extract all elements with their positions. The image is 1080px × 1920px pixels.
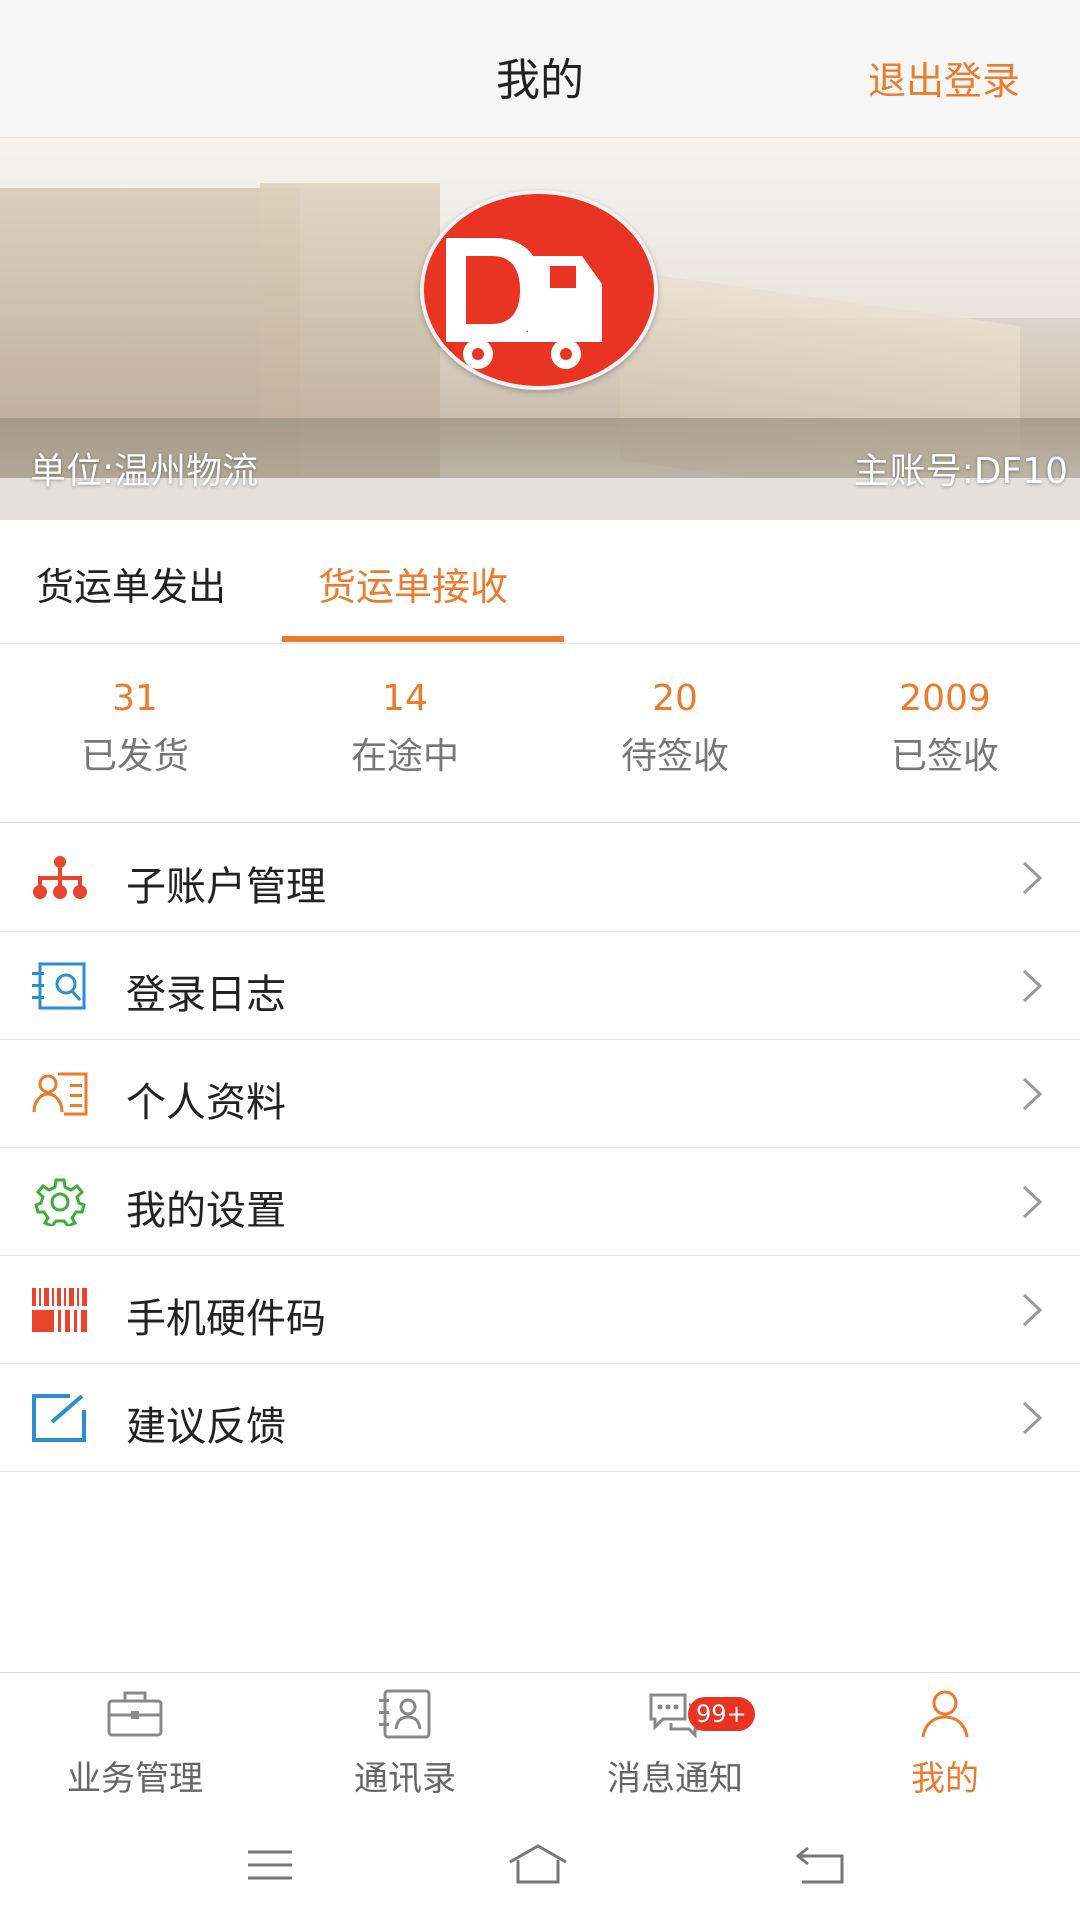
avatar[interactable] [420,190,658,390]
gear-icon [34,1178,86,1226]
tab-waybill-sent[interactable]: 货运单发出 [36,556,226,611]
system-navigation-bar [0,1810,1080,1920]
nav-label: 业务管理 [67,1759,203,1799]
nav-label: 通讯录 [354,1759,456,1799]
chevron-right-icon [1022,1185,1043,1219]
stat-value: 14 [382,678,428,719]
nav-business-management[interactable]: 业务管理 [0,1687,270,1800]
chevron-right-icon [1022,969,1043,1003]
menu-item-label: 子账户管理 [126,864,326,910]
menu-item-profile[interactable]: 个人资料 [0,1040,1080,1148]
menu-item-label: 个人资料 [126,1080,286,1126]
main-account-label: 主账号:DF10 [853,451,1068,492]
home-icon[interactable] [506,1842,570,1888]
active-tab-indicator [282,636,564,642]
menu-item-label: 建议反馈 [126,1404,286,1450]
chevron-right-icon [1022,1077,1043,1111]
waybill-tabs: 货运单发出 货运单接收 [0,520,1080,644]
menu-item-sub-accounts[interactable]: 子账户管理 [0,824,1080,932]
stats-row: 31 已发货 14 在途中 20 待签收 2009 已签收 [0,645,1080,823]
nav-messages[interactable]: 99+ 消息通知 [540,1687,810,1800]
unit-label: 单位:温州物流 [30,451,259,492]
nav-contacts[interactable]: 通讯录 [270,1687,540,1800]
menu-item-device-code[interactable]: 手机硬件码 [0,1256,1080,1364]
stat-value: 20 [652,678,698,719]
logout-button[interactable]: 退出登录 [868,50,1020,105]
tab-waybill-received[interactable]: 货运单接收 [318,556,508,611]
contacts-icon [379,1689,431,1739]
barcode-icon [32,1288,87,1332]
stat-in-transit[interactable]: 14 在途中 [270,675,540,779]
menu-item-label: 手机硬件码 [126,1296,326,1342]
top-bar: 我的 退出登录 [0,0,1080,138]
profile-card-icon [32,1072,88,1116]
profile-banner: 单位:温州物流 主账号:DF10 [0,138,1080,520]
stat-value: 2009 [899,678,991,719]
back-icon[interactable] [790,1842,854,1888]
stat-pending-sign[interactable]: 20 待签收 [540,675,810,779]
chevron-right-icon [1022,861,1043,895]
nav-mine[interactable]: 我的 [810,1687,1080,1800]
stat-shipped[interactable]: 31 已发货 [0,675,270,779]
menu-icon[interactable] [238,1842,302,1888]
stat-value: 31 [112,678,158,719]
chevron-right-icon [1022,1401,1043,1435]
stat-label: 已签收 [890,736,999,777]
chevron-right-icon [1022,1293,1043,1327]
screen: 我的 退出登录 单位:温州物流 主账号:DF10 货运单发出 货运单接收 31 … [0,0,1080,1920]
nav-label: 我的 [911,1759,979,1799]
menu-item-label: 我的设置 [126,1188,286,1234]
user-icon [921,1690,969,1738]
menu-item-feedback[interactable]: 建议反馈 [0,1364,1080,1472]
stat-label: 待签收 [620,736,729,777]
menu-item-login-log[interactable]: 登录日志 [0,932,1080,1040]
stat-signed[interactable]: 2009 已签收 [810,675,1080,779]
stat-label: 在途中 [350,736,459,777]
menu-item-settings[interactable]: 我的设置 [0,1148,1080,1256]
unread-badge: 99+ [688,1697,755,1731]
settings-menu: 子账户管理 登录日志 个人资料 我的设置 手机硬件码 建议反馈 [0,824,1080,1472]
edit-feedback-icon [32,1394,86,1442]
log-search-icon [32,962,86,1010]
stat-label: 已发货 [80,736,189,777]
briefcase-icon [107,1691,163,1737]
org-chart-icon [33,856,87,899]
nav-label: 消息通知 [607,1759,743,1799]
delivery-truck-logo-icon [446,238,602,369]
menu-item-label: 登录日志 [126,972,286,1018]
bottom-navigation: 业务管理 通讯录 99+ 消息通知 我的 [0,1672,1080,1810]
